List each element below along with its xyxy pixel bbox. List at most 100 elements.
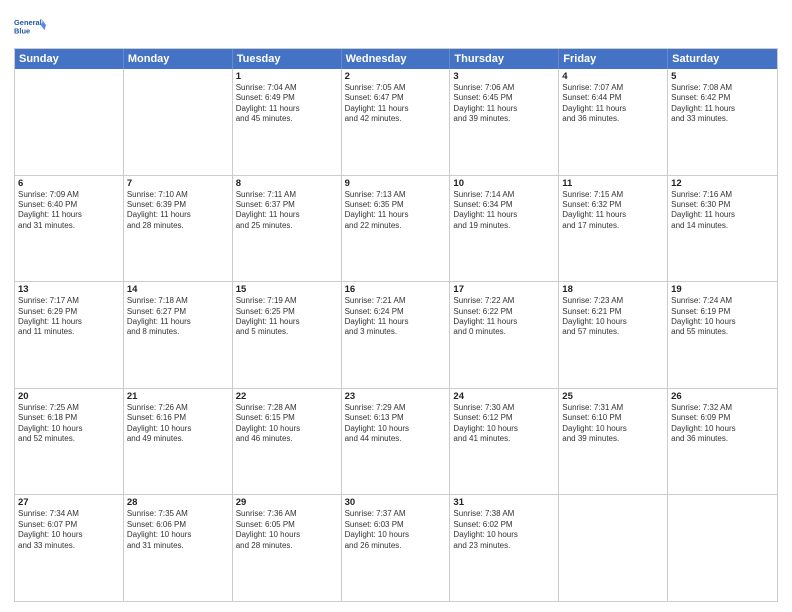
- weekday-header-thursday: Thursday: [450, 49, 559, 69]
- cell-info-line: Daylight: 11 hours: [236, 104, 338, 114]
- cell-info-line: Sunset: 6:25 PM: [236, 307, 338, 317]
- cell-info-line: Daylight: 11 hours: [345, 317, 447, 327]
- cell-info-line: Sunrise: 7:26 AM: [127, 403, 229, 413]
- day-number: 8: [236, 178, 338, 189]
- day-number: 28: [127, 497, 229, 508]
- day-cell-28: 28Sunrise: 7:35 AMSunset: 6:06 PMDayligh…: [124, 495, 233, 601]
- cell-info-line: and 42 minutes.: [345, 114, 447, 124]
- cell-info-line: and 41 minutes.: [453, 434, 555, 444]
- cell-info-line: Sunset: 6:32 PM: [562, 200, 664, 210]
- cell-info-line: Sunrise: 7:31 AM: [562, 403, 664, 413]
- day-number: 7: [127, 178, 229, 189]
- day-number: 21: [127, 391, 229, 402]
- day-cell-14: 14Sunrise: 7:18 AMSunset: 6:27 PMDayligh…: [124, 282, 233, 388]
- day-number: 31: [453, 497, 555, 508]
- cell-info-line: Sunset: 6:10 PM: [562, 413, 664, 423]
- calendar-row-1: 1Sunrise: 7:04 AMSunset: 6:49 PMDaylight…: [15, 69, 777, 175]
- calendar-row-4: 20Sunrise: 7:25 AMSunset: 6:18 PMDayligh…: [15, 388, 777, 495]
- cell-info-line: and 19 minutes.: [453, 221, 555, 231]
- cell-info-line: Sunrise: 7:37 AM: [345, 509, 447, 519]
- svg-text:Blue: Blue: [14, 26, 30, 35]
- cell-info-line: Sunset: 6:12 PM: [453, 413, 555, 423]
- cell-info-line: Sunset: 6:34 PM: [453, 200, 555, 210]
- cell-info-line: Sunrise: 7:28 AM: [236, 403, 338, 413]
- cell-info-line: Daylight: 10 hours: [127, 530, 229, 540]
- day-number: 24: [453, 391, 555, 402]
- day-cell-11: 11Sunrise: 7:15 AMSunset: 6:32 PMDayligh…: [559, 176, 668, 282]
- day-cell-12: 12Sunrise: 7:16 AMSunset: 6:30 PMDayligh…: [668, 176, 777, 282]
- day-number: 4: [562, 71, 664, 82]
- day-number: 17: [453, 284, 555, 295]
- cell-info-line: Sunset: 6:27 PM: [127, 307, 229, 317]
- cell-info-line: Sunrise: 7:05 AM: [345, 83, 447, 93]
- day-number: 9: [345, 178, 447, 189]
- day-cell-31: 31Sunrise: 7:38 AMSunset: 6:02 PMDayligh…: [450, 495, 559, 601]
- cell-info-line: Daylight: 10 hours: [453, 424, 555, 434]
- cell-info-line: Daylight: 10 hours: [236, 530, 338, 540]
- day-cell-3: 3Sunrise: 7:06 AMSunset: 6:45 PMDaylight…: [450, 69, 559, 175]
- cell-info-line: Sunrise: 7:30 AM: [453, 403, 555, 413]
- day-cell-13: 13Sunrise: 7:17 AMSunset: 6:29 PMDayligh…: [15, 282, 124, 388]
- day-cell-29: 29Sunrise: 7:36 AMSunset: 6:05 PMDayligh…: [233, 495, 342, 601]
- day-number: 18: [562, 284, 664, 295]
- weekday-header-wednesday: Wednesday: [342, 49, 451, 69]
- cell-info-line: and 28 minutes.: [127, 221, 229, 231]
- weekday-header-sunday: Sunday: [15, 49, 124, 69]
- cell-info-line: Sunrise: 7:29 AM: [345, 403, 447, 413]
- day-number: 23: [345, 391, 447, 402]
- cell-info-line: and 14 minutes.: [671, 221, 774, 231]
- cell-info-line: and 8 minutes.: [127, 327, 229, 337]
- cell-info-line: Sunrise: 7:15 AM: [562, 190, 664, 200]
- cell-info-line: and 31 minutes.: [18, 221, 120, 231]
- empty-cell: [15, 69, 124, 175]
- cell-info-line: Daylight: 11 hours: [236, 317, 338, 327]
- cell-info-line: Sunset: 6:19 PM: [671, 307, 774, 317]
- cell-info-line: Sunset: 6:37 PM: [236, 200, 338, 210]
- cell-info-line: Sunrise: 7:21 AM: [345, 296, 447, 306]
- cell-info-line: and 11 minutes.: [18, 327, 120, 337]
- day-cell-8: 8Sunrise: 7:11 AMSunset: 6:37 PMDaylight…: [233, 176, 342, 282]
- day-number: 11: [562, 178, 664, 189]
- cell-info-line: Sunrise: 7:18 AM: [127, 296, 229, 306]
- cell-info-line: Sunset: 6:06 PM: [127, 520, 229, 530]
- cell-info-line: Daylight: 10 hours: [345, 424, 447, 434]
- day-cell-4: 4Sunrise: 7:07 AMSunset: 6:44 PMDaylight…: [559, 69, 668, 175]
- empty-cell: [559, 495, 668, 601]
- cell-info-line: Sunrise: 7:14 AM: [453, 190, 555, 200]
- cell-info-line: Daylight: 11 hours: [127, 317, 229, 327]
- cell-info-line: Sunset: 6:02 PM: [453, 520, 555, 530]
- cell-info-line: Daylight: 11 hours: [345, 210, 447, 220]
- cell-info-line: Daylight: 11 hours: [562, 210, 664, 220]
- day-cell-23: 23Sunrise: 7:29 AMSunset: 6:13 PMDayligh…: [342, 389, 451, 495]
- day-cell-6: 6Sunrise: 7:09 AMSunset: 6:40 PMDaylight…: [15, 176, 124, 282]
- cell-info-line: Sunrise: 7:25 AM: [18, 403, 120, 413]
- cell-info-line: Sunrise: 7:13 AM: [345, 190, 447, 200]
- day-cell-18: 18Sunrise: 7:23 AMSunset: 6:21 PMDayligh…: [559, 282, 668, 388]
- cell-info-line: and 39 minutes.: [562, 434, 664, 444]
- day-cell-22: 22Sunrise: 7:28 AMSunset: 6:15 PMDayligh…: [233, 389, 342, 495]
- day-number: 10: [453, 178, 555, 189]
- cell-info-line: Daylight: 11 hours: [127, 210, 229, 220]
- cell-info-line: Daylight: 11 hours: [453, 104, 555, 114]
- day-number: 12: [671, 178, 774, 189]
- day-number: 13: [18, 284, 120, 295]
- cell-info-line: Sunset: 6:49 PM: [236, 93, 338, 103]
- header: GeneralBlue: [14, 10, 778, 42]
- cell-info-line: Daylight: 11 hours: [18, 317, 120, 327]
- day-cell-5: 5Sunrise: 7:08 AMSunset: 6:42 PMDaylight…: [668, 69, 777, 175]
- cell-info-line: Sunset: 6:13 PM: [345, 413, 447, 423]
- day-cell-7: 7Sunrise: 7:10 AMSunset: 6:39 PMDaylight…: [124, 176, 233, 282]
- cell-info-line: Sunset: 6:24 PM: [345, 307, 447, 317]
- cell-info-line: and 25 minutes.: [236, 221, 338, 231]
- cell-info-line: and 33 minutes.: [18, 541, 120, 551]
- calendar: SundayMondayTuesdayWednesdayThursdayFrid…: [14, 48, 778, 602]
- cell-info-line: and 57 minutes.: [562, 327, 664, 337]
- day-number: 5: [671, 71, 774, 82]
- cell-info-line: Sunrise: 7:17 AM: [18, 296, 120, 306]
- calendar-row-2: 6Sunrise: 7:09 AMSunset: 6:40 PMDaylight…: [15, 175, 777, 282]
- cell-info-line: and 0 minutes.: [453, 327, 555, 337]
- cell-info-line: Sunset: 6:44 PM: [562, 93, 664, 103]
- day-cell-16: 16Sunrise: 7:21 AMSunset: 6:24 PMDayligh…: [342, 282, 451, 388]
- empty-cell: [124, 69, 233, 175]
- cell-info-line: Sunrise: 7:24 AM: [671, 296, 774, 306]
